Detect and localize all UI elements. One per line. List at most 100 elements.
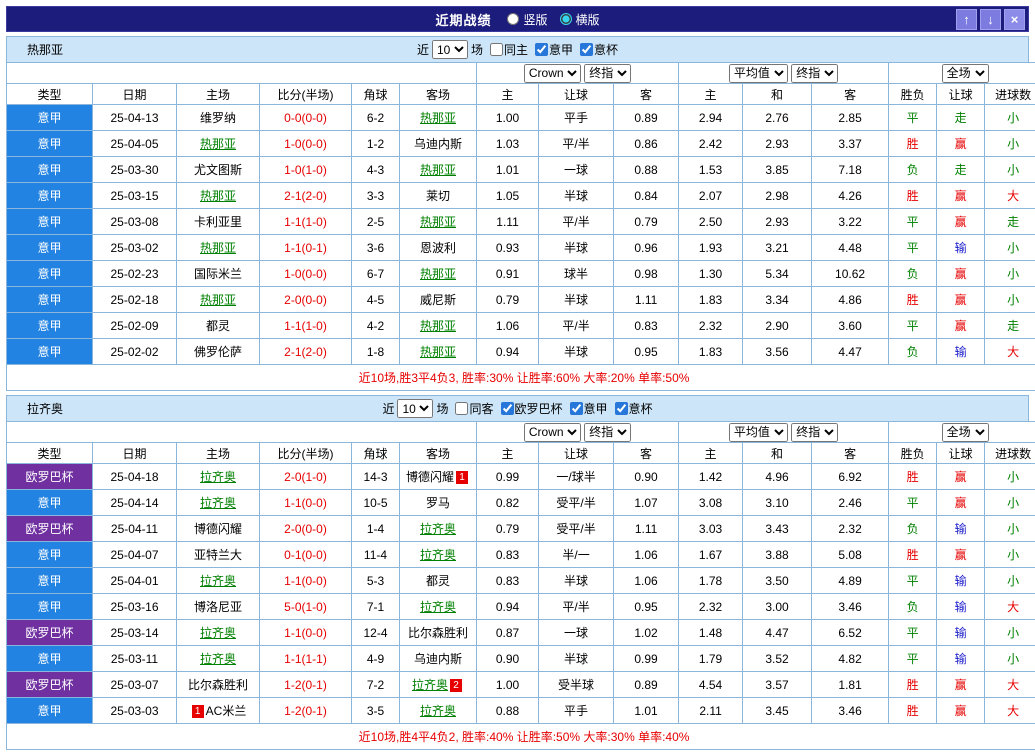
team-link[interactable]: 比尔森胜利 bbox=[188, 678, 248, 692]
team-link[interactable]: 乌迪内斯 bbox=[414, 652, 462, 666]
filter-checkbox-input[interactable] bbox=[490, 43, 503, 56]
team-link[interactable]: 热那亚 bbox=[200, 293, 236, 307]
euro-source-select[interactable]: 平均值 bbox=[729, 423, 788, 442]
home-team-cell[interactable]: 热那亚 bbox=[177, 183, 260, 209]
vertical-radio-input[interactable] bbox=[507, 13, 519, 25]
away-team-cell[interactable]: 博德闪耀1 bbox=[400, 464, 477, 490]
filter-checkbox-input[interactable] bbox=[501, 402, 514, 415]
team-link[interactable]: 热那亚 bbox=[420, 345, 456, 359]
team-link[interactable]: 拉齐奥 bbox=[412, 678, 448, 692]
close-button[interactable]: × bbox=[1004, 9, 1025, 30]
team-link[interactable]: 亚特兰大 bbox=[194, 548, 242, 562]
team-link[interactable]: 热那亚 bbox=[420, 111, 456, 125]
away-team-cell[interactable]: 威尼斯 bbox=[400, 287, 477, 313]
filter-checkbox[interactable]: 意杯 bbox=[615, 400, 653, 417]
team-link[interactable]: 拉齐奥 bbox=[200, 496, 236, 510]
home-team-cell[interactable]: 国际米兰 bbox=[177, 261, 260, 287]
home-team-cell[interactable]: 拉齐奥 bbox=[177, 490, 260, 516]
away-team-cell[interactable]: 拉齐奥 bbox=[400, 594, 477, 620]
away-team-cell[interactable]: 莱切 bbox=[400, 183, 477, 209]
home-team-cell[interactable]: 博洛尼亚 bbox=[177, 594, 260, 620]
scope-select[interactable]: 全场 bbox=[942, 64, 989, 83]
home-team-cell[interactable]: 拉齐奥 bbox=[177, 646, 260, 672]
away-team-cell[interactable]: 乌迪内斯 bbox=[400, 646, 477, 672]
team-link[interactable]: 罗马 bbox=[426, 496, 450, 510]
away-team-cell[interactable]: 拉齐奥2 bbox=[400, 672, 477, 698]
home-team-cell[interactable]: 热那亚 bbox=[177, 131, 260, 157]
home-team-cell[interactable]: 热那亚 bbox=[177, 287, 260, 313]
home-team-cell[interactable]: 尤文图斯 bbox=[177, 157, 260, 183]
filter-checkbox[interactable]: 同客 bbox=[455, 400, 493, 417]
team-link[interactable]: AC米兰 bbox=[206, 704, 247, 718]
away-team-cell[interactable]: 热那亚 bbox=[400, 339, 477, 365]
home-team-cell[interactable]: 拉齐奥 bbox=[177, 568, 260, 594]
team-link[interactable]: 拉齐奥 bbox=[200, 652, 236, 666]
match-count-select[interactable]: 10 bbox=[397, 399, 433, 418]
away-team-cell[interactable]: 恩波利 bbox=[400, 235, 477, 261]
team-link[interactable]: 热那亚 bbox=[420, 319, 456, 333]
away-team-cell[interactable]: 热那亚 bbox=[400, 157, 477, 183]
away-team-cell[interactable]: 拉齐奥 bbox=[400, 516, 477, 542]
filter-checkbox-input[interactable] bbox=[455, 402, 468, 415]
team-link[interactable]: 拉齐奥 bbox=[420, 522, 456, 536]
euro-time-select[interactable]: 终指 bbox=[791, 64, 838, 83]
match-count-select[interactable]: 10 bbox=[432, 40, 468, 59]
team-link[interactable]: 国际米兰 bbox=[194, 267, 242, 281]
team-link[interactable]: 拉齐奥 bbox=[420, 704, 456, 718]
filter-checkbox[interactable]: 同主 bbox=[490, 41, 528, 58]
team-link[interactable]: 拉齐奥 bbox=[200, 626, 236, 640]
home-team-cell[interactable]: 拉齐奥 bbox=[177, 464, 260, 490]
home-team-cell[interactable]: 卡利亚里 bbox=[177, 209, 260, 235]
filter-checkbox-input[interactable] bbox=[570, 402, 583, 415]
away-team-cell[interactable]: 比尔森胜利 bbox=[400, 620, 477, 646]
filter-checkbox[interactable]: 意甲 bbox=[570, 400, 608, 417]
filter-checkbox[interactable]: 意杯 bbox=[580, 41, 618, 58]
team-link[interactable]: 热那亚 bbox=[420, 215, 456, 229]
horizontal-radio-input[interactable] bbox=[560, 13, 572, 25]
team-link[interactable]: 佛罗伦萨 bbox=[194, 345, 242, 359]
layout-vertical-radio[interactable]: 竖版 bbox=[507, 11, 547, 28]
team-link[interactable]: 莱切 bbox=[426, 189, 450, 203]
team-link[interactable]: 卡利亚里 bbox=[194, 215, 242, 229]
euro-time-select[interactable]: 终指 bbox=[791, 423, 838, 442]
home-team-cell[interactable]: 亚特兰大 bbox=[177, 542, 260, 568]
team-link[interactable]: 尤文图斯 bbox=[194, 163, 242, 177]
team-link[interactable]: 维罗纳 bbox=[200, 111, 236, 125]
team-link[interactable]: 拉齐奥 bbox=[420, 548, 456, 562]
away-team-cell[interactable]: 拉齐奥 bbox=[400, 542, 477, 568]
away-team-cell[interactable]: 热那亚 bbox=[400, 105, 477, 131]
away-team-cell[interactable]: 热那亚 bbox=[400, 313, 477, 339]
home-team-cell[interactable]: 比尔森胜利 bbox=[177, 672, 260, 698]
team-link[interactable]: 乌迪内斯 bbox=[414, 137, 462, 151]
home-team-cell[interactable]: 1AC米兰 bbox=[177, 698, 260, 724]
away-team-cell[interactable]: 拉齐奥 bbox=[400, 698, 477, 724]
home-team-cell[interactable]: 佛罗伦萨 bbox=[177, 339, 260, 365]
filter-checkbox[interactable]: 意甲 bbox=[535, 41, 573, 58]
home-team-cell[interactable]: 维罗纳 bbox=[177, 105, 260, 131]
team-link[interactable]: 热那亚 bbox=[420, 267, 456, 281]
team-link[interactable]: 博德闪耀 bbox=[194, 522, 242, 536]
filter-checkbox-input[interactable] bbox=[580, 43, 593, 56]
team-link[interactable]: 都灵 bbox=[206, 319, 230, 333]
home-team-cell[interactable]: 拉齐奥 bbox=[177, 620, 260, 646]
handicap-time-select[interactable]: 终指 bbox=[584, 423, 631, 442]
move-down-button[interactable]: ↓ bbox=[980, 9, 1001, 30]
team-link[interactable]: 热那亚 bbox=[420, 163, 456, 177]
team-link[interactable]: 拉齐奥 bbox=[200, 470, 236, 484]
away-team-cell[interactable]: 都灵 bbox=[400, 568, 477, 594]
team-link[interactable]: 博德闪耀 bbox=[406, 470, 454, 484]
away-team-cell[interactable]: 热那亚 bbox=[400, 209, 477, 235]
handicap-time-select[interactable]: 终指 bbox=[584, 64, 631, 83]
team-link[interactable]: 拉齐奥 bbox=[420, 600, 456, 614]
move-up-button[interactable]: ↑ bbox=[956, 9, 977, 30]
team-link[interactable]: 都灵 bbox=[426, 574, 450, 588]
team-link[interactable]: 拉齐奥 bbox=[200, 574, 236, 588]
euro-source-select[interactable]: 平均值 bbox=[729, 64, 788, 83]
scope-select[interactable]: 全场 bbox=[942, 423, 989, 442]
filter-checkbox-input[interactable] bbox=[615, 402, 628, 415]
team-link[interactable]: 博洛尼亚 bbox=[194, 600, 242, 614]
home-team-cell[interactable]: 热那亚 bbox=[177, 235, 260, 261]
team-link[interactable]: 热那亚 bbox=[200, 137, 236, 151]
team-link[interactable]: 热那亚 bbox=[200, 241, 236, 255]
filter-checkbox[interactable]: 欧罗巴杯 bbox=[501, 400, 563, 417]
